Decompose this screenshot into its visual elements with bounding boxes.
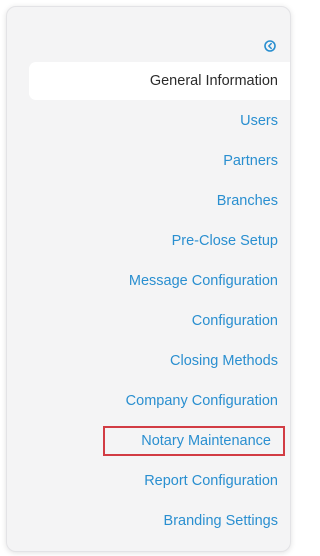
sidebar-item-general-information[interactable]: General Information: [29, 62, 290, 100]
sidebar-item-branding-settings[interactable]: Branding Settings: [164, 506, 278, 536]
sidebar-item-users[interactable]: Users: [240, 106, 278, 136]
sidebar-item-closing-methods[interactable]: Closing Methods: [170, 346, 278, 376]
sidebar-item-pre-close-setup[interactable]: Pre-Close Setup: [172, 226, 278, 256]
sidebar-item-branches[interactable]: Branches: [217, 186, 278, 216]
sidebar-item-partners[interactable]: Partners: [223, 146, 278, 176]
collapse-sidebar-icon[interactable]: [263, 39, 277, 53]
sidebar-item-company-configuration[interactable]: Company Configuration: [126, 386, 278, 416]
settings-sidebar: General Information Users Partners Branc…: [6, 6, 291, 552]
sidebar-item-message-configuration[interactable]: Message Configuration: [129, 266, 278, 296]
sidebar-item-report-configuration[interactable]: Report Configuration: [144, 466, 278, 496]
sidebar-item-notary-maintenance[interactable]: Notary Maintenance: [103, 426, 285, 456]
sidebar-item-configuration[interactable]: Configuration: [192, 306, 278, 336]
